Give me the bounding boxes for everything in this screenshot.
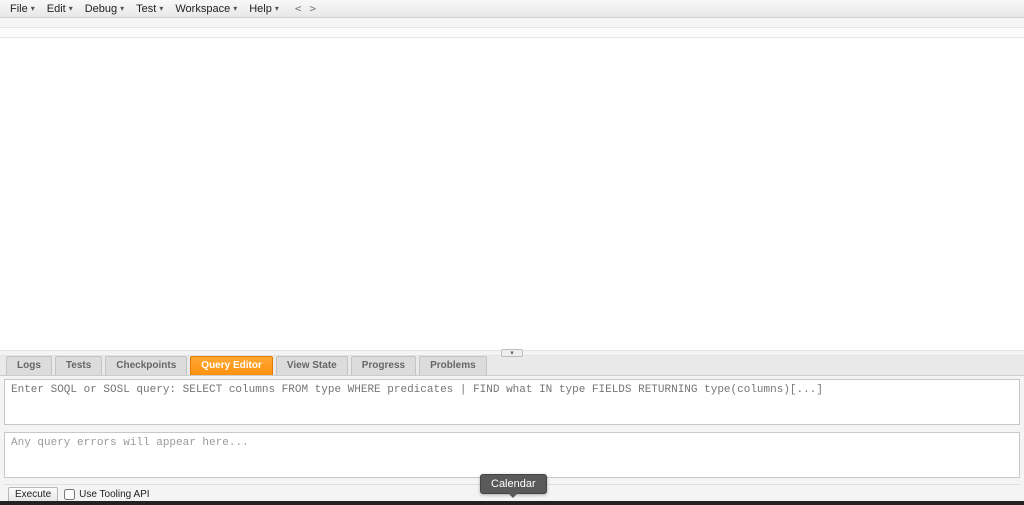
menu-test[interactable]: Test ▾ xyxy=(130,0,169,17)
query-input[interactable] xyxy=(4,379,1020,425)
menubar: File ▾ Edit ▾ Debug ▾ Test ▾ Workspace ▾… xyxy=(0,0,1024,18)
menu-workspace[interactable]: Workspace ▾ xyxy=(169,0,243,17)
bottom-tab-row: Logs Tests Checkpoints Query Editor View… xyxy=(0,356,1024,376)
menu-file[interactable]: File ▾ xyxy=(4,0,41,17)
tab-tests[interactable]: Tests xyxy=(55,356,102,375)
menu-workspace-label: Workspace xyxy=(175,3,230,15)
tab-problems[interactable]: Problems xyxy=(419,356,487,375)
taskbar-edge xyxy=(0,501,1024,505)
tooltip-text: Calendar xyxy=(491,478,536,490)
caret-icon: ▾ xyxy=(275,4,279,13)
caret-icon: ▾ xyxy=(233,4,237,13)
menu-help-label: Help xyxy=(249,3,272,15)
tab-view-state-label: View State xyxy=(287,360,337,371)
calendar-tooltip: Calendar xyxy=(480,474,547,494)
toolbar-strip xyxy=(0,18,1024,28)
tooling-api-wrapper[interactable]: Use Tooling API xyxy=(64,489,149,500)
nav-next-button[interactable]: > xyxy=(305,2,320,15)
tab-logs[interactable]: Logs xyxy=(6,356,52,375)
tab-query-editor-label: Query Editor xyxy=(201,360,262,371)
nav-prev-button[interactable]: < xyxy=(291,2,306,15)
query-errors-box: Any query errors will appear here... xyxy=(4,432,1020,478)
tab-view-state[interactable]: View State xyxy=(276,356,348,375)
panel-splitter[interactable]: ▾ xyxy=(0,350,1024,356)
execute-button[interactable]: Execute xyxy=(8,487,58,502)
menu-file-label: File xyxy=(10,3,28,15)
tab-tests-label: Tests xyxy=(66,360,91,371)
editor-area xyxy=(0,38,1024,350)
tab-checkpoints-label: Checkpoints xyxy=(116,360,176,371)
tooling-api-checkbox[interactable] xyxy=(64,489,75,500)
caret-icon: ▾ xyxy=(120,4,124,13)
menu-debug[interactable]: Debug ▾ xyxy=(79,0,130,17)
menu-debug-label: Debug xyxy=(85,3,117,15)
tab-checkpoints[interactable]: Checkpoints xyxy=(105,356,187,375)
tab-query-editor[interactable]: Query Editor xyxy=(190,356,273,375)
caret-icon: ▾ xyxy=(69,4,73,13)
chevron-right-icon: > xyxy=(309,2,316,15)
caret-icon: ▾ xyxy=(159,4,163,13)
tooling-api-label: Use Tooling API xyxy=(79,489,149,500)
tab-problems-label: Problems xyxy=(430,360,476,371)
tab-progress-label: Progress xyxy=(362,360,405,371)
tab-logs-label: Logs xyxy=(17,360,41,371)
menu-help[interactable]: Help ▾ xyxy=(243,0,285,17)
tab-progress[interactable]: Progress xyxy=(351,356,416,375)
chevron-left-icon: < xyxy=(295,2,302,15)
menu-edit-label: Edit xyxy=(47,3,66,15)
caret-icon: ▾ xyxy=(31,4,35,13)
menu-test-label: Test xyxy=(136,3,156,15)
tabstrip-empty xyxy=(0,28,1024,38)
splitter-handle-icon[interactable]: ▾ xyxy=(501,349,523,357)
menu-edit[interactable]: Edit ▾ xyxy=(41,0,79,17)
